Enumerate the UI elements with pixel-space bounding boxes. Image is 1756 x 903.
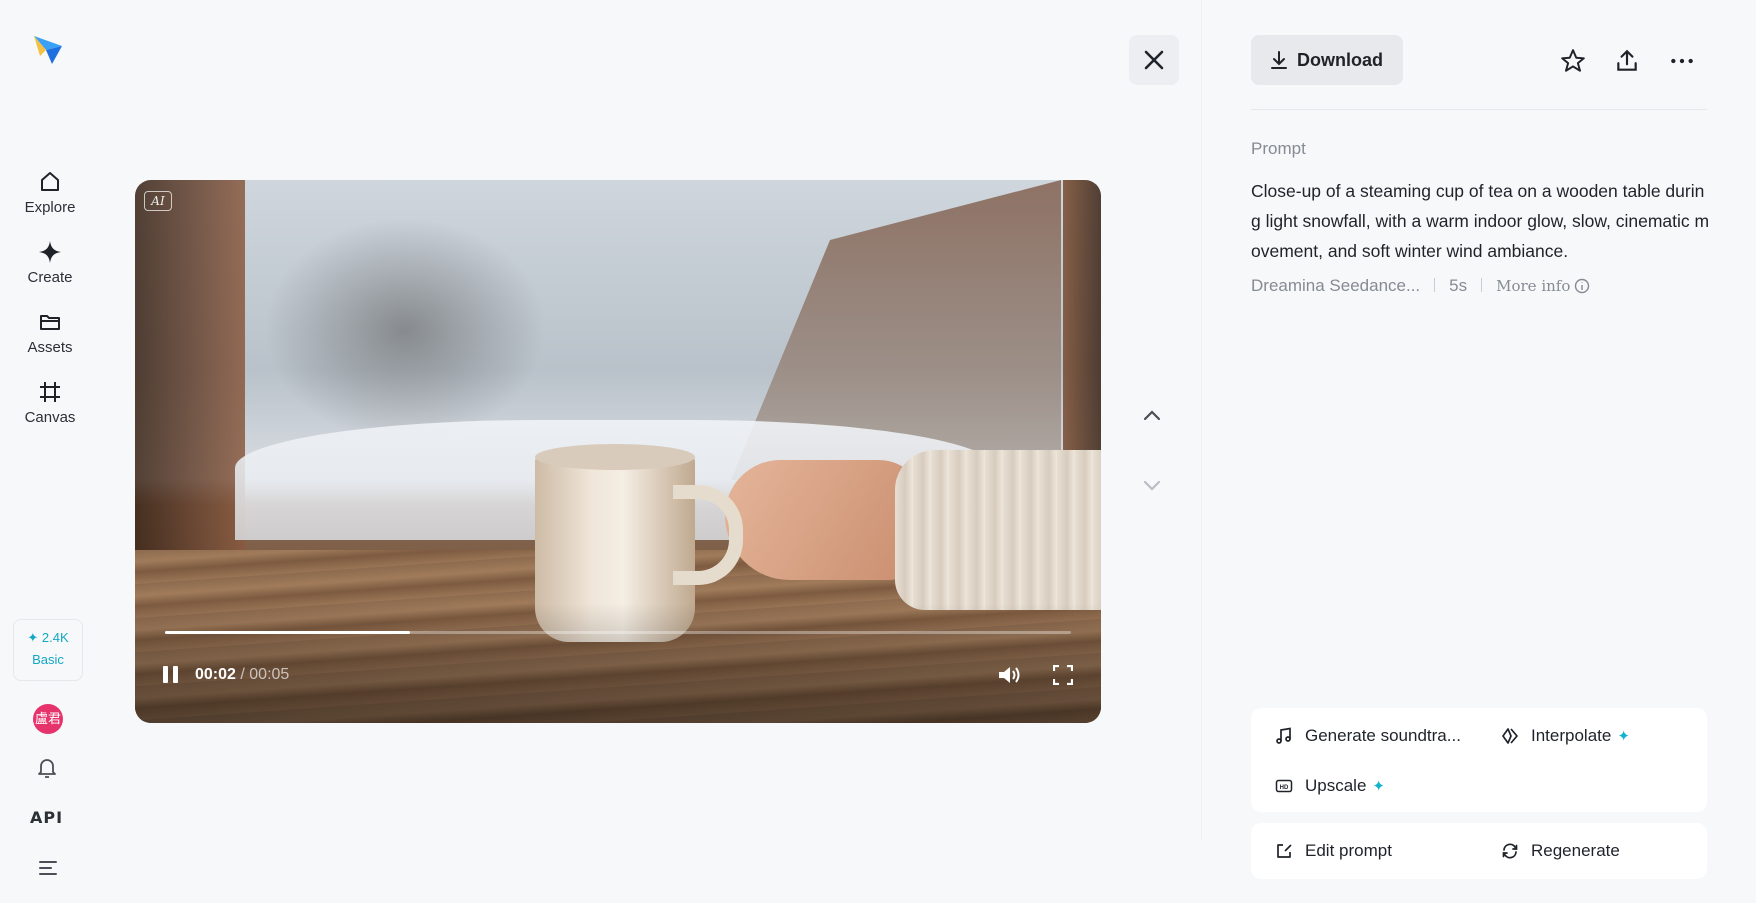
- regenerate-icon: [1502, 843, 1518, 859]
- avatar[interactable]: 盧君: [33, 704, 63, 734]
- download-button[interactable]: Download: [1251, 35, 1403, 85]
- menu-icon[interactable]: [37, 858, 59, 878]
- prompt-text: Close-up of a steaming cup of tea on a w…: [1251, 181, 1710, 261]
- nav-explore[interactable]: Explore: [0, 170, 100, 217]
- enhance-actions-card: Generate soundtra... Interpolate ✦ HD Ups…: [1251, 708, 1707, 812]
- nav-assets[interactable]: Assets: [0, 310, 100, 357]
- left-sidebar: Explore Create Assets Canvas ✦ 2.4K Basi…: [0, 0, 100, 903]
- nav-assets-label: Assets: [27, 339, 73, 356]
- prompt-heading: Prompt: [1251, 139, 1306, 158]
- pause-button[interactable]: [161, 664, 181, 686]
- edit-icon: [1277, 844, 1292, 858]
- header-divider: [1251, 109, 1707, 110]
- next-arrow-icon[interactable]: [1140, 473, 1164, 497]
- total-time: / 00:05: [240, 666, 290, 683]
- nav-create[interactable]: Create: [0, 240, 100, 287]
- music-note-icon: [1276, 727, 1291, 744]
- api-link[interactable]: API: [30, 808, 63, 827]
- video-scene: [135, 180, 245, 580]
- fullscreen-icon[interactable]: [1053, 665, 1073, 685]
- download-label: Download: [1297, 50, 1383, 70]
- svg-text:HD: HD: [1280, 785, 1289, 791]
- model-name[interactable]: Dreamina Seedance...: [1251, 276, 1420, 295]
- star-icon[interactable]: [1560, 48, 1586, 74]
- sparkle-icon: ✦: [1372, 778, 1385, 795]
- more-info-link[interactable]: More info: [1496, 277, 1590, 295]
- upscale-button[interactable]: HD Upscale ✦: [1275, 776, 1385, 796]
- interpolate-button[interactable]: Interpolate ✦: [1501, 726, 1630, 746]
- nav-explore-label: Explore: [24, 199, 76, 216]
- video-progress-fill: [165, 631, 410, 634]
- hd-icon: HD: [1275, 779, 1293, 793]
- generate-soundtrack-label: Generate soundtra...: [1305, 726, 1461, 745]
- edit-prompt-button[interactable]: Edit prompt: [1275, 841, 1392, 861]
- nav-create-label: Create: [27, 269, 73, 286]
- generate-soundtrack-button[interactable]: Generate soundtra...: [1275, 726, 1461, 746]
- current-time: 00:02: [195, 666, 236, 683]
- canvas-icon: [40, 382, 60, 402]
- video-player[interactable]: AI 00:02 / 00:05: [135, 180, 1101, 723]
- nav-canvas[interactable]: Canvas: [0, 380, 100, 427]
- panel-divider: [1201, 0, 1202, 840]
- close-button[interactable]: [1129, 35, 1179, 85]
- volume-icon[interactable]: [997, 664, 1021, 686]
- bell-icon[interactable]: [35, 756, 59, 780]
- video-time: 00:02 / 00:05: [195, 666, 289, 684]
- edit-actions-card: Edit prompt Regenerate: [1251, 823, 1707, 879]
- duration: 5s: [1449, 276, 1468, 295]
- download-icon: [1271, 51, 1287, 69]
- info-icon: [1575, 278, 1590, 294]
- regenerate-button[interactable]: Regenerate: [1501, 841, 1620, 861]
- close-icon: [1144, 50, 1164, 70]
- video-progress-bar[interactable]: [165, 631, 1071, 634]
- interpolate-icon: [1502, 728, 1518, 744]
- ai-badge: AI: [144, 191, 172, 211]
- app-logo[interactable]: [32, 32, 66, 66]
- sparkle-icon: [39, 241, 61, 263]
- pause-icon: [163, 666, 168, 683]
- home-icon: [41, 172, 59, 191]
- share-icon[interactable]: [1614, 48, 1640, 74]
- credits-amount: ✦ 2.4K: [27, 630, 69, 645]
- nav-canvas-label: Canvas: [24, 409, 76, 426]
- sparkle-icon: ✦: [1617, 728, 1630, 745]
- folder-icon: [40, 315, 60, 330]
- previous-arrow-icon[interactable]: [1140, 403, 1164, 427]
- credits-badge[interactable]: ✦ 2.4K Basic: [13, 619, 83, 681]
- more-icon[interactable]: [1669, 48, 1695, 74]
- generation-meta: Dreamina Seedance... 5s More info: [1251, 276, 1590, 296]
- plan-label: Basic: [32, 652, 64, 667]
